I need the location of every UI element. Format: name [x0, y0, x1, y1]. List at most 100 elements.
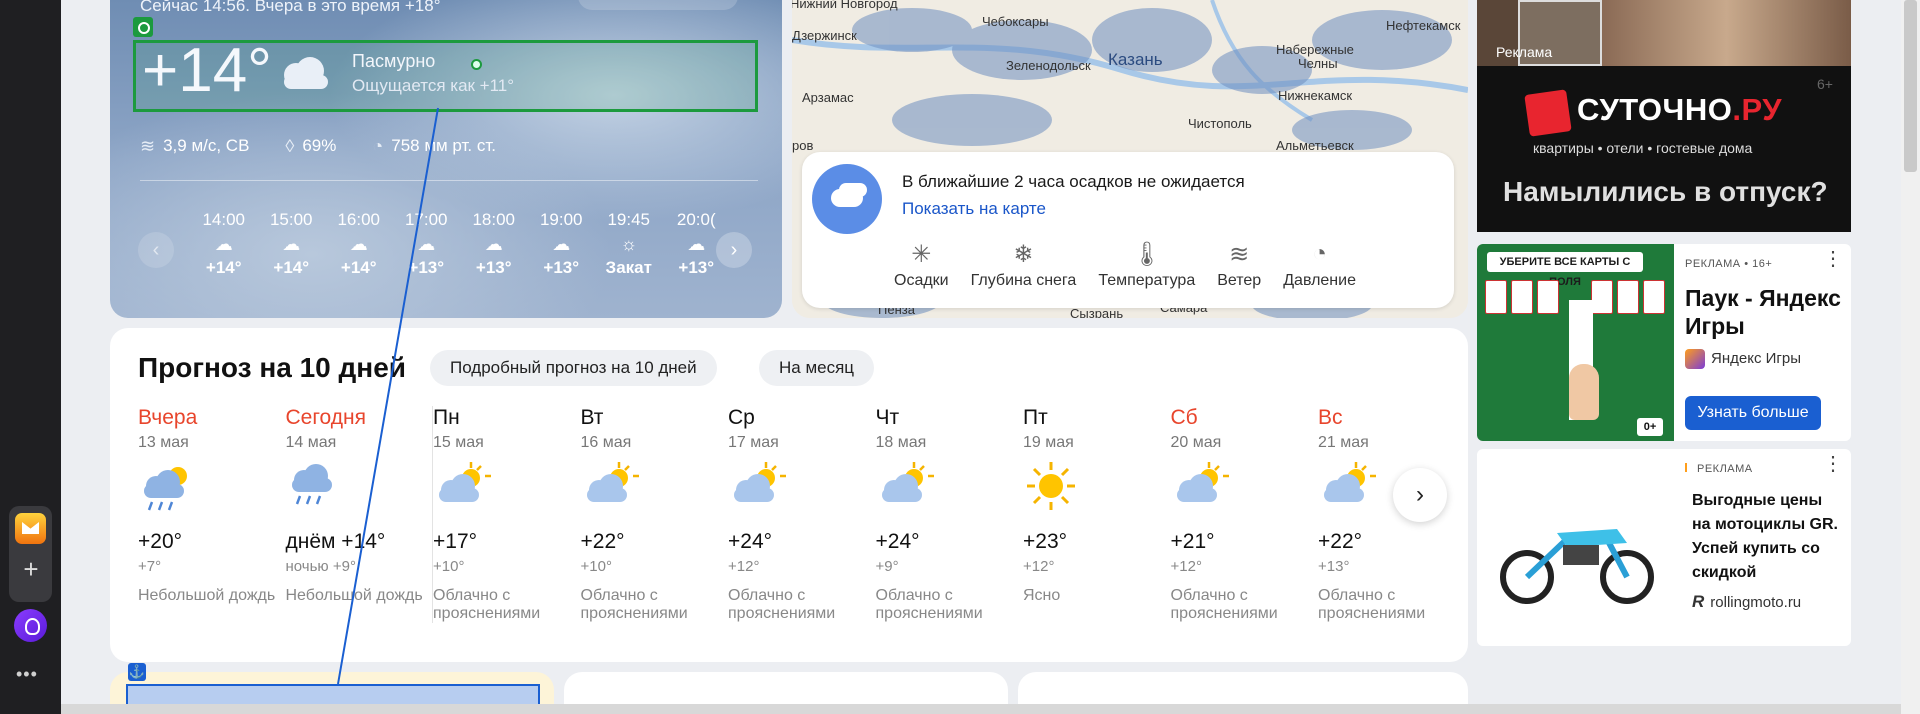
hour-item: 19:00 ☁ +13°: [528, 210, 596, 278]
day-high: +24°: [728, 530, 773, 553]
pressure-param: ◔ 758 мм рт. ст.: [372, 136, 496, 157]
tab-label: Глубина снега: [970, 272, 1077, 289]
day-column[interactable]: Вт 16 мая +22° +10° Облачно с прояснениями: [581, 406, 729, 623]
day-name: Пн: [433, 406, 460, 429]
tab-snow-depth[interactable]: ❄ Глубина снега: [971, 240, 1077, 290]
ad-moto[interactable]: РЕКЛАМА ⋮ Выгодные цены на мотоциклы GR.…: [1477, 449, 1851, 646]
precipitation-map-card[interactable]: Нижний Новгород Чебоксары Нефтекамск Наб…: [792, 0, 1468, 318]
card-icon: [1537, 280, 1559, 314]
ad-label: Реклама: [1496, 44, 1553, 60]
ad-menu-icon[interactable]: ⋮: [1823, 454, 1843, 474]
day-condition: Облачно с прояснениями: [875, 587, 983, 622]
cloud-sun-icon: [433, 458, 581, 522]
learn-more-button[interactable]: Узнать больше: [1685, 396, 1821, 430]
hour-temp: +13°: [408, 258, 445, 277]
day-high: +24°: [875, 530, 920, 553]
tab-label: Осадки: [894, 272, 949, 289]
day-name: Вс: [1318, 406, 1343, 429]
day-condition: Небольшой дождь: [138, 587, 276, 604]
cloud-sun-icon: ☁: [484, 234, 503, 254]
hour-temp: +14°: [273, 258, 310, 277]
day-condition: Облачно с прояснениями: [1318, 587, 1426, 622]
bottom-strip: [61, 704, 1901, 714]
current-temperature: +14°: [142, 36, 272, 105]
drop-icon: ◊: [285, 135, 295, 156]
city-label: Зеленодольск: [1006, 58, 1091, 73]
ad-sutochno[interactable]: Реклама 6+ СУТОЧНО.РУ квартиры • отели •…: [1477, 0, 1851, 232]
day-high: +17°: [433, 530, 478, 553]
top-button[interactable]: [578, 0, 738, 10]
alice-assistant-icon[interactable]: [14, 609, 47, 642]
cloudy-icon: [284, 57, 328, 89]
hour-time: 17:00: [404, 210, 448, 229]
day-date: 15 мая: [433, 434, 484, 451]
city-label: Альметьевск: [1276, 138, 1354, 153]
detailed-forecast-button[interactable]: Подробный прогноз на 10 дней: [430, 350, 717, 386]
day-high: +22°: [1318, 530, 1363, 553]
tab-wind[interactable]: ≋ Ветер: [1217, 240, 1261, 290]
hour-item: 17:00 ☁ +13°: [393, 210, 461, 278]
humidity-value: 69%: [302, 136, 337, 155]
day-high: +20°: [138, 530, 183, 553]
tab-temperature[interactable]: 🌡 Температура: [1098, 240, 1195, 290]
hour-time: 15:00: [269, 210, 313, 229]
tab-precipitation[interactable]: ✳ Осадки: [894, 240, 949, 290]
add-panel-icon[interactable]: +: [18, 556, 44, 582]
day-high: днём +14°: [285, 530, 386, 553]
motorcycle-image: [1500, 529, 1654, 604]
day-high: +21°: [1170, 530, 1215, 553]
day-column[interactable]: Пт 19 мая +23° +12° Ясно: [1023, 406, 1171, 623]
day-name: Вчера: [138, 406, 198, 429]
ad-title: Выгодные цены на мотоциклы GR. Успей куп…: [1692, 492, 1838, 581]
ad-source: Rrollingmoto.ru: [1692, 592, 1801, 612]
day-column[interactable]: Ср 17 мая +24° +12° Облачно с прояснениями: [728, 406, 876, 623]
day-condition: Небольшой дождь: [285, 587, 423, 604]
day-low: +12°: [1170, 558, 1202, 575]
ad-spider-game[interactable]: УБЕРИТЕ ВСЕ КАРТЫ С ПОЛЯ 0+ РЕКЛАМА • 16…: [1477, 244, 1851, 441]
day-low: +7°: [138, 558, 162, 575]
tab-pressure[interactable]: ◔ Давление: [1283, 240, 1356, 290]
anchor-icon: ⚓: [128, 663, 146, 681]
day-date: 16 мая: [580, 434, 632, 451]
day-column[interactable]: Сегодня 14 мая днём +14° ночью +9° Небольшой…: [285, 406, 433, 623]
day-low: +10°: [580, 558, 612, 575]
day-column[interactable]: Вчера 13 мая +20° +7° Небольшой дождь: [138, 406, 286, 623]
day-low: +12°: [728, 558, 760, 575]
day-column[interactable]: Пн 15 мая +17° +10° Облачно с прояснениями: [433, 406, 581, 623]
ad-menu-icon[interactable]: ⋮: [1823, 249, 1843, 269]
sunset-icon: ☼: [620, 234, 638, 254]
age-rating: 6+: [1817, 76, 1833, 92]
current-temperature-block[interactable]: +14° Пасмурно Ощущается как +11°: [133, 17, 758, 112]
city-label: Челны: [1298, 56, 1338, 71]
hours-prev-button[interactable]: ‹: [138, 232, 174, 268]
sutochno-logo-icon: [1524, 89, 1572, 137]
hour-temp: +13°: [543, 258, 580, 277]
day-low: +10°: [433, 558, 465, 575]
ad-source-text: rollingmoto.ru: [1710, 594, 1802, 611]
day-column[interactable]: Вс 21 мая +22° +13° Облачно с прояснениями: [1318, 406, 1466, 623]
cloud-sun-icon: ☁: [552, 234, 571, 254]
more-icon[interactable]: •••: [16, 664, 38, 685]
days-next-button[interactable]: ›: [1393, 468, 1447, 522]
current-time-line: Сейчас 14:56. Вчера в это время +18°: [140, 0, 441, 15]
day-condition: Ясно: [1023, 587, 1061, 604]
cloud-sun-icon: [581, 458, 729, 522]
wind-icon: ≋: [1229, 241, 1250, 268]
hours-next-button[interactable]: ›: [716, 232, 752, 268]
tab-label: Давление: [1283, 272, 1356, 289]
mail-icon[interactable]: [15, 513, 46, 544]
show-on-map-link[interactable]: Показать на карте: [902, 199, 1046, 219]
city-label: ров: [792, 138, 814, 153]
ad-label: РЕКЛАМА: [1685, 463, 1753, 475]
day-low: +9°: [875, 558, 899, 575]
ad-source: Яндекс Игры: [1685, 349, 1801, 369]
cloud-sun-icon: ☁: [214, 234, 233, 254]
city-label: Арзамас: [802, 90, 854, 105]
month-forecast-button[interactable]: На месяц: [759, 350, 875, 386]
scrollbar-thumb[interactable]: [1904, 0, 1917, 172]
hour-time: 19:45: [607, 210, 651, 229]
day-column[interactable]: Чт 18 мая +24° +9° Облачно с прояснениями: [876, 406, 1024, 623]
day-low: +13°: [1318, 558, 1350, 575]
day-column[interactable]: Сб 20 мая +21° +12° Облачно с прояснениями: [1171, 406, 1319, 623]
day-name: Пт: [1023, 406, 1048, 429]
